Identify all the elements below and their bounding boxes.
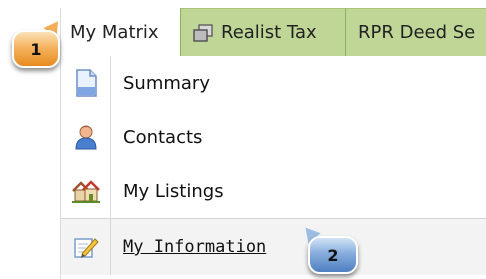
person-icon — [74, 125, 97, 150]
document-icon — [75, 69, 97, 97]
houses-icon — [71, 180, 100, 203]
tab-label: Realist Tax — [221, 22, 317, 43]
menu-item-my-information[interactable]: My Information — [61, 218, 486, 275]
tab-label: My Matrix — [70, 21, 159, 43]
menu-item-label: My Listings — [123, 180, 224, 202]
menu-item-label: My Information — [123, 237, 267, 257]
menu-icon-cell — [61, 110, 111, 164]
tab-rpr-deed-search[interactable]: RPR Deed Se — [345, 8, 486, 56]
menu-item-my-listings[interactable]: My Listings — [61, 164, 486, 218]
menu-item-label: Summary — [123, 72, 210, 94]
callout-number: 1 — [30, 39, 42, 59]
callout-badge-2: 2 — [308, 236, 358, 274]
menu-item-label: Contacts — [123, 126, 203, 148]
my-matrix-dropdown: Summary Contacts My Listings My Informat… — [60, 56, 486, 279]
callout-badge-1: 1 — [12, 30, 60, 68]
menu-icon-cell — [61, 164, 111, 218]
tab-label: RPR Deed Se — [358, 22, 476, 43]
matrix-menu-screenshot: My Matrix Realist Tax RPR Deed Se Summar… — [0, 0, 486, 279]
menu-icon-cell — [61, 219, 111, 275]
callout-number: 2 — [327, 245, 339, 265]
edit-pencil-icon — [73, 238, 99, 258]
top-tab-bar: My Matrix Realist Tax RPR Deed Se — [60, 8, 486, 56]
menu-item-summary[interactable]: Summary — [61, 56, 486, 110]
tab-realist-tax[interactable]: Realist Tax — [180, 8, 345, 56]
menu-item-contacts[interactable]: Contacts — [61, 110, 486, 164]
window-copy-icon — [193, 23, 213, 42]
tab-my-matrix[interactable]: My Matrix — [60, 8, 180, 56]
menu-icon-cell — [61, 56, 111, 110]
